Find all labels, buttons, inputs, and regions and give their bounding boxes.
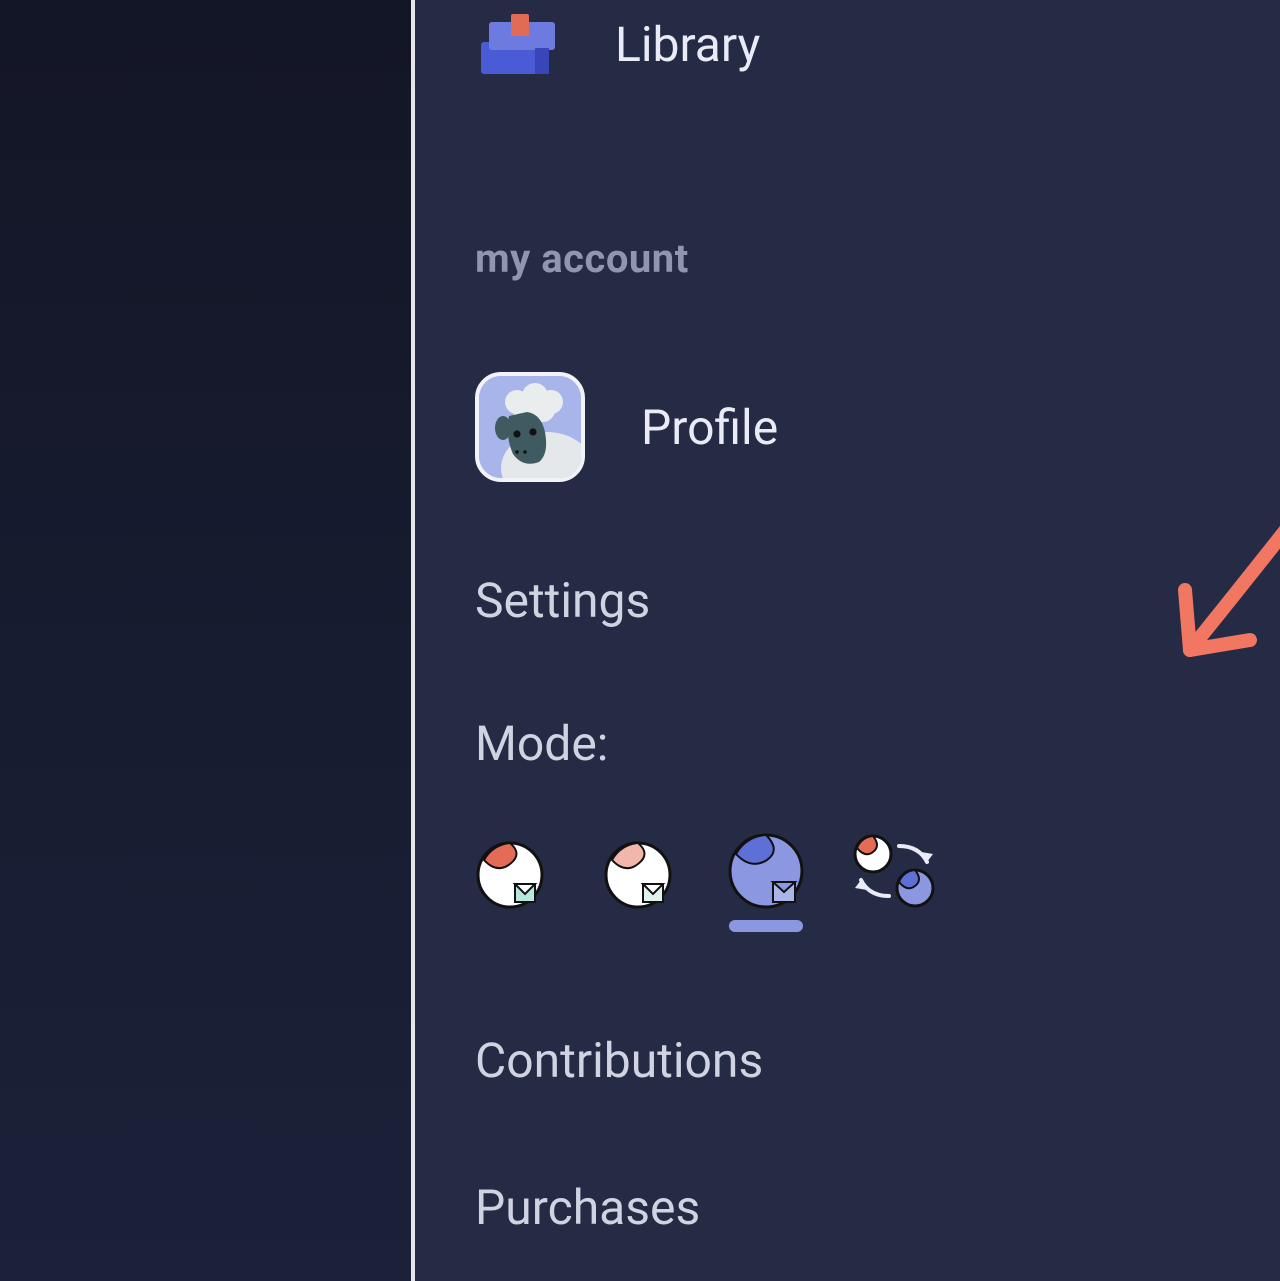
library-label: Library: [615, 16, 760, 73]
theme-auto-icon: [849, 832, 939, 910]
nav-item-purchases[interactable]: Purchases: [475, 1179, 1280, 1236]
nav-item-settings[interactable]: Settings: [475, 572, 1280, 629]
nav-item-profile[interactable]: Profile: [475, 372, 1280, 482]
avatar: [475, 372, 585, 482]
theme-dark-icon: [727, 832, 805, 910]
mode-option-dark[interactable]: [731, 832, 801, 932]
mode-selector: [475, 832, 1280, 932]
profile-label: Profile: [641, 399, 778, 456]
library-icon: [475, 8, 567, 80]
account-panel: Library my account: [415, 0, 1280, 1281]
nav-item-library[interactable]: Library: [475, 0, 1280, 80]
theme-light-soft-icon: [603, 840, 673, 910]
nav-item-contributions[interactable]: Contributions: [475, 1032, 1280, 1089]
left-gutter: [0, 0, 415, 1281]
mode-label: Mode:: [475, 715, 1280, 772]
mode-option-light[interactable]: [475, 840, 545, 932]
theme-light-icon: [475, 840, 545, 910]
mode-option-light-soft[interactable]: [603, 840, 673, 932]
mode-option-auto[interactable]: [859, 832, 929, 932]
section-header-my-account: my account: [475, 235, 1280, 282]
